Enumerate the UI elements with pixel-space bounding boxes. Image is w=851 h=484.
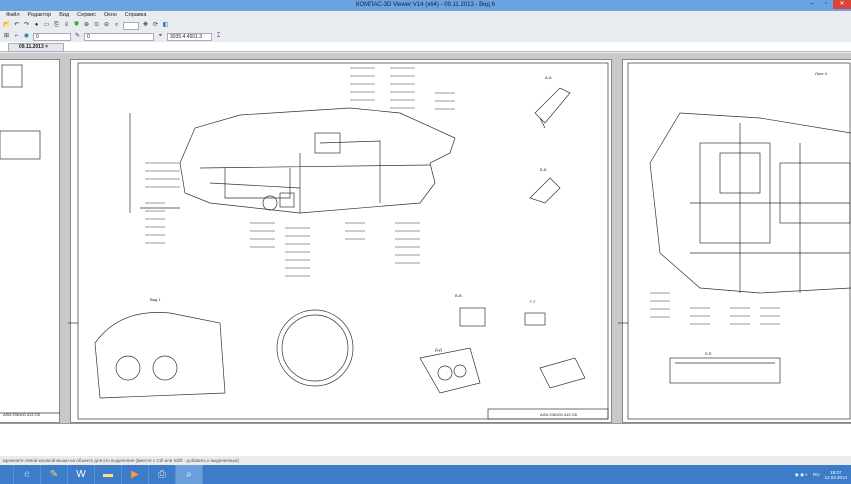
zoom-select[interactable] bbox=[123, 21, 139, 30]
view-label: В-В bbox=[455, 293, 462, 298]
snap-icon[interactable]: ⌶ bbox=[215, 33, 222, 40]
preview-icon[interactable]: ▭ bbox=[43, 22, 50, 29]
taskbar-printer[interactable]: ⎙ bbox=[149, 465, 176, 484]
current-state-toolbar: ⊞ ⌐ ◉ 0 ✎ 0 ⌖ 3035.4 4501.3 ⌶ bbox=[0, 31, 851, 42]
taskbar-word[interactable]: W bbox=[68, 465, 95, 484]
style-field[interactable]: 0 bbox=[84, 32, 154, 41]
tray-icons[interactable]: ◉ ◉ ◐ bbox=[795, 472, 808, 478]
taskbar-kompas-viewer[interactable]: ⌕ bbox=[176, 465, 203, 484]
close-button[interactable]: ✕ bbox=[833, 0, 851, 9]
print-icon[interactable]: ● bbox=[33, 22, 40, 29]
cursor-icon[interactable]: ⌖ bbox=[157, 33, 164, 40]
taskbar-paint[interactable]: ✎ bbox=[41, 465, 68, 484]
shield-icon[interactable]: ⛊ bbox=[73, 22, 80, 29]
menu-help[interactable]: Справка bbox=[125, 11, 147, 20]
clock[interactable]: 18:07 12.03.2014 bbox=[824, 470, 847, 480]
properties-panel bbox=[0, 423, 851, 456]
copy-icon[interactable]: ⎘ bbox=[53, 22, 60, 29]
zoom-out-icon[interactable]: ⊖ bbox=[103, 22, 110, 29]
view-label: Б-Б bbox=[540, 167, 547, 172]
left-stamp: АЛИ.206100.413 СБ bbox=[3, 412, 41, 417]
taskbar-internet-explorer[interactable]: e bbox=[14, 465, 41, 484]
pan-icon[interactable]: ✥ bbox=[142, 22, 149, 29]
view-label: Д-Д bbox=[435, 347, 442, 352]
drawing-graphics bbox=[0, 62, 851, 420]
globe-icon[interactable]: ◉ bbox=[23, 33, 30, 40]
menu-view[interactable]: Вид bbox=[59, 11, 69, 20]
menu-tools[interactable]: Сервис bbox=[77, 11, 96, 20]
sheet-label: Лист 4 bbox=[815, 71, 828, 76]
refresh-icon[interactable]: ⟳ bbox=[152, 22, 159, 29]
view-label: А-А bbox=[545, 75, 552, 80]
window-title: КОМПАС-3D Viewer V14 (x64) - 09.11.2013 … bbox=[356, 2, 495, 8]
zoom-fit-icon[interactable]: ⌕ bbox=[113, 22, 120, 29]
menu-bar: Файл Редактор Вид Сервис Окно Справка bbox=[0, 11, 851, 20]
clock-date: 12.03.2014 bbox=[824, 474, 847, 480]
menu-window[interactable]: Окно bbox=[104, 11, 117, 20]
taskbar: e ✎ W ▬ ▶ ⎙ ⌕ ◉ ◉ ◐ RU 18:07 12.03.2014 bbox=[0, 465, 851, 484]
start-button[interactable] bbox=[0, 465, 14, 484]
maximize-button[interactable]: ▫ bbox=[819, 0, 833, 9]
view-label: Г-Г bbox=[530, 299, 536, 304]
system-tray: ◉ ◉ ◐ RU 18:07 12.03.2014 bbox=[795, 465, 847, 484]
language-indicator[interactable]: RU bbox=[813, 472, 820, 477]
document-tabs: 09.11.2013 × bbox=[0, 42, 851, 52]
taskbar-media-player[interactable]: ▶ bbox=[122, 465, 149, 484]
open-icon[interactable]: 📂 bbox=[3, 22, 10, 29]
grid-icon[interactable]: ⊞ bbox=[3, 33, 10, 40]
status-bar: Щелкните левой кнопкой мыши на объекте д… bbox=[0, 456, 851, 465]
redo-icon[interactable]: ↷ bbox=[23, 22, 30, 29]
tab-document[interactable]: 09.11.2013 × bbox=[8, 43, 64, 52]
menu-file[interactable]: Файл bbox=[6, 11, 20, 20]
tab-label: 09.11.2013 bbox=[19, 44, 44, 50]
middle-stamp: АЛИ.206100.413 СБ bbox=[540, 412, 578, 417]
undo-icon[interactable]: ↶ bbox=[13, 22, 20, 29]
main-toolbar: 📂 ↶ ↷ ● ▭ ⎘ ≡ ⛊ ⊕ ⊙ ⊖ ⌕ ✥ ⟳ ◧ bbox=[0, 20, 851, 31]
taskbar-explorer[interactable]: ▬ bbox=[95, 465, 122, 484]
local-cs-icon[interactable]: ⌐ bbox=[13, 33, 20, 40]
coords-field: 3035.4 4501.3 bbox=[167, 32, 212, 41]
drawing-canvas[interactable]: АЛИ.206100.413 СБ АЛИ.206100.413 СБ Лист… bbox=[0, 53, 851, 423]
style-icon[interactable]: ✎ bbox=[74, 33, 81, 40]
view-label: Е-Е bbox=[705, 351, 712, 356]
zoom-in-icon[interactable]: ⊕ bbox=[83, 22, 90, 29]
menu-editor[interactable]: Редактор bbox=[28, 11, 52, 20]
title-bar: КОМПАС-3D Viewer V14 (x64) - 09.11.2013 … bbox=[0, 0, 851, 11]
view-label: Вид 1 bbox=[150, 297, 161, 302]
zoom-window-icon[interactable]: ⊙ bbox=[93, 22, 100, 29]
layers-icon[interactable]: ◧ bbox=[162, 22, 169, 29]
properties-icon[interactable]: ≡ bbox=[63, 22, 70, 29]
layer-field[interactable]: 0 bbox=[33, 32, 71, 41]
minimize-button[interactable]: – bbox=[805, 0, 819, 9]
